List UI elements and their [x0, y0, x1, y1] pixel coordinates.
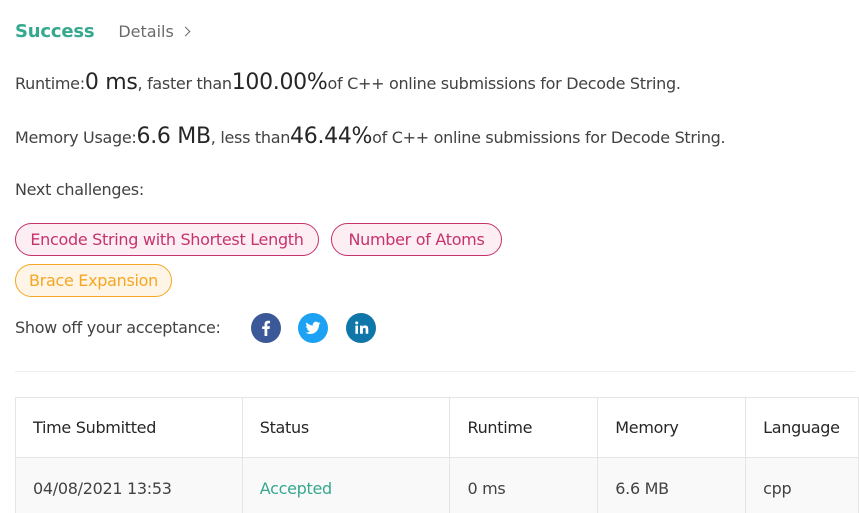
memory-stat: Memory Usage: 6.6 MB , less than 46.44% …	[15, 124, 726, 149]
twitter-share-button[interactable]	[298, 313, 328, 343]
runtime-percent: 100.00%	[231, 70, 328, 95]
runtime-stat: Runtime: 0 ms , faster than 100.00% of C…	[15, 70, 681, 95]
next-challenges-label: Next challenges:	[15, 180, 144, 199]
result-header: Success Details	[15, 18, 191, 44]
linkedin-icon	[355, 321, 369, 334]
memory-mid: , less than	[210, 128, 291, 147]
column-header-language: Language	[746, 398, 859, 457]
cell-memory: 6.6 MB	[598, 458, 747, 513]
chevron-right-icon	[180, 26, 191, 37]
table-row: 04/08/2021 13:53 Accepted 0 ms 6.6 MB cp…	[16, 458, 859, 513]
status-accepted-link[interactable]: Accepted	[260, 479, 332, 498]
memory-suffix: of C++ online submissions for Decode Str…	[372, 128, 726, 147]
table-header-row: Time Submitted Status Runtime Memory Lan…	[16, 398, 859, 458]
twitter-icon	[305, 321, 321, 334]
cell-language: cpp	[746, 458, 859, 513]
share-label: Show off your acceptance:	[15, 318, 221, 337]
cell-status: Accepted	[243, 458, 451, 513]
column-header-status: Status	[243, 398, 451, 457]
challenge-encode-string[interactable]: Encode String with Shortest Length	[15, 223, 319, 256]
column-header-memory: Memory	[598, 398, 747, 457]
runtime-suffix: of C++ online submissions for Decode Str…	[327, 74, 681, 93]
section-divider	[15, 371, 855, 372]
memory-value: 6.6 MB	[136, 124, 212, 149]
runtime-mid: , faster than	[137, 74, 232, 93]
memory-percent: 46.44%	[290, 124, 373, 149]
submissions-table: Time Submitted Status Runtime Memory Lan…	[15, 397, 859, 513]
column-header-runtime: Runtime	[450, 398, 599, 457]
column-header-time-submitted: Time Submitted	[16, 398, 243, 457]
details-link[interactable]: Details	[118, 22, 191, 41]
challenge-brace-expansion[interactable]: Brace Expansion	[15, 264, 172, 297]
facebook-share-button[interactable]	[251, 313, 281, 343]
submission-status: Success	[15, 20, 95, 42]
details-label[interactable]: Details	[118, 22, 173, 41]
cell-time-submitted: 04/08/2021 13:53	[16, 458, 243, 513]
challenge-number-of-atoms[interactable]: Number of Atoms	[331, 223, 502, 256]
memory-prefix: Memory Usage:	[15, 128, 137, 147]
linkedin-share-button[interactable]	[346, 313, 376, 343]
facebook-icon	[262, 320, 271, 336]
runtime-prefix: Runtime:	[15, 74, 85, 93]
cell-runtime: 0 ms	[450, 458, 599, 513]
runtime-value: 0 ms	[84, 70, 138, 95]
